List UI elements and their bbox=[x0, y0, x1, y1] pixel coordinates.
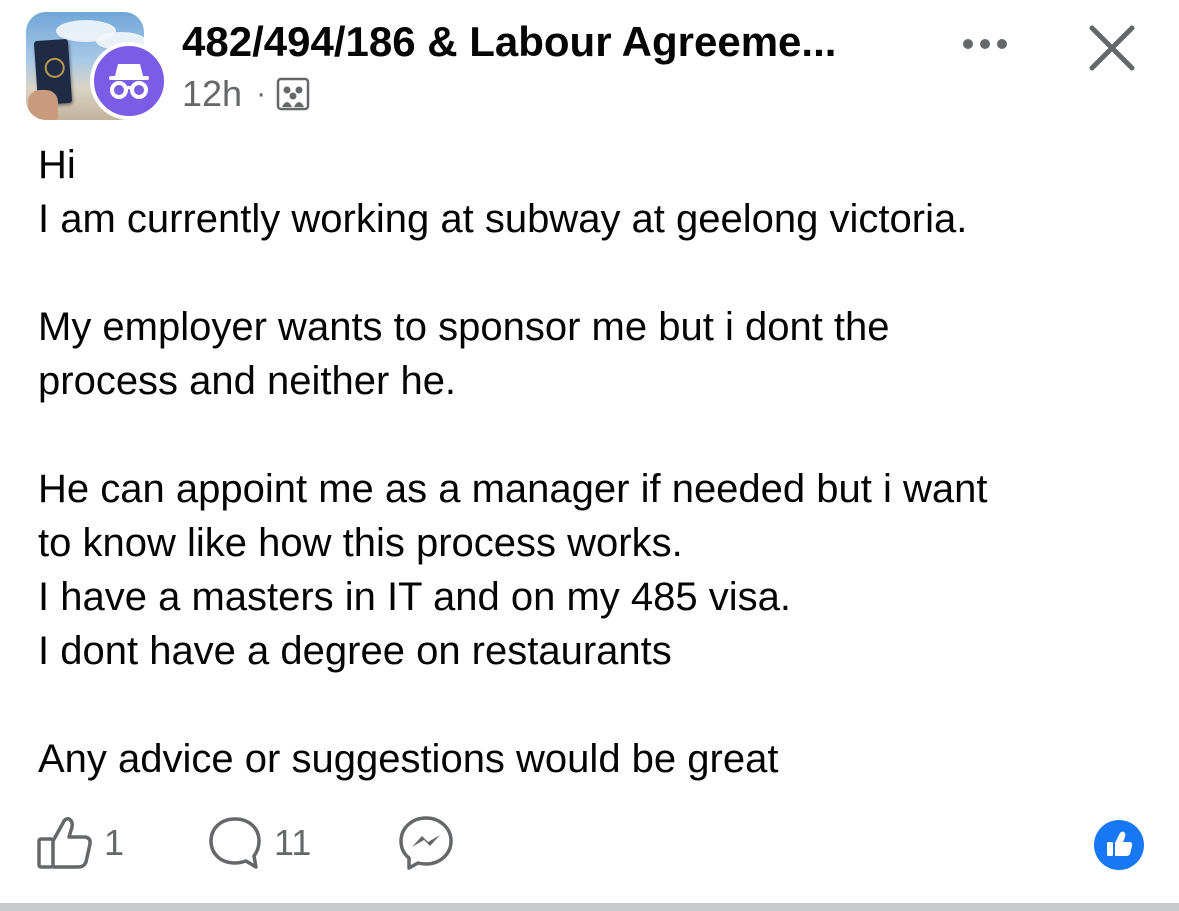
close-icon bbox=[1089, 25, 1135, 71]
anonymous-avatar[interactable] bbox=[90, 42, 168, 120]
more-options-icon bbox=[963, 39, 973, 49]
post-actions-bar: 1 11 bbox=[0, 808, 1179, 878]
post-header: 482/494/186 & Labour Agreeme... 12h · bbox=[0, 0, 1179, 130]
post-line: I dont have a degree on restaurants bbox=[38, 629, 672, 673]
divider bbox=[0, 903, 1179, 911]
close-button[interactable] bbox=[1082, 18, 1142, 78]
like-count: 1 bbox=[104, 822, 125, 863]
post-line: He can appoint me as a manager if needed… bbox=[38, 467, 988, 511]
more-dot bbox=[980, 39, 990, 49]
more-options-button[interactable] bbox=[950, 22, 1020, 66]
post-body: Hi I am currently working at subway at g… bbox=[38, 138, 1148, 786]
post-line: process and neither he. bbox=[38, 359, 457, 403]
like-reaction-badge[interactable] bbox=[1094, 820, 1144, 870]
comment-bubble-icon bbox=[209, 817, 261, 869]
meta-separator: · bbox=[256, 77, 267, 110]
post-timestamp[interactable]: 12h bbox=[182, 73, 242, 115]
more-dot bbox=[997, 39, 1007, 49]
group-name-link[interactable]: 482/494/186 & Labour Agreeme... bbox=[182, 14, 912, 70]
thumbs-up-icon bbox=[37, 817, 92, 869]
post-meta: 12h · bbox=[182, 72, 310, 116]
comment-count: 11 bbox=[274, 822, 312, 863]
send-in-messenger-button[interactable] bbox=[396, 808, 456, 878]
like-reaction-icon bbox=[1107, 831, 1133, 856]
post-line: to know like how this process works. bbox=[38, 521, 683, 565]
comment-button[interactable]: 11 bbox=[206, 808, 311, 878]
like-button[interactable]: 1 bbox=[36, 808, 124, 878]
messenger-icon bbox=[399, 816, 453, 870]
anonymous-member-icon bbox=[109, 64, 149, 99]
post-line: Hi bbox=[38, 143, 76, 187]
post-line: My employer wants to sponsor me but i do… bbox=[38, 305, 890, 349]
post-line: Any advice or suggestions would be great bbox=[38, 737, 779, 781]
post-line: I am currently working at subway at geel… bbox=[38, 197, 968, 241]
post-line: I have a masters in IT and on my 485 vis… bbox=[38, 575, 791, 619]
group-members-icon bbox=[276, 77, 310, 111]
